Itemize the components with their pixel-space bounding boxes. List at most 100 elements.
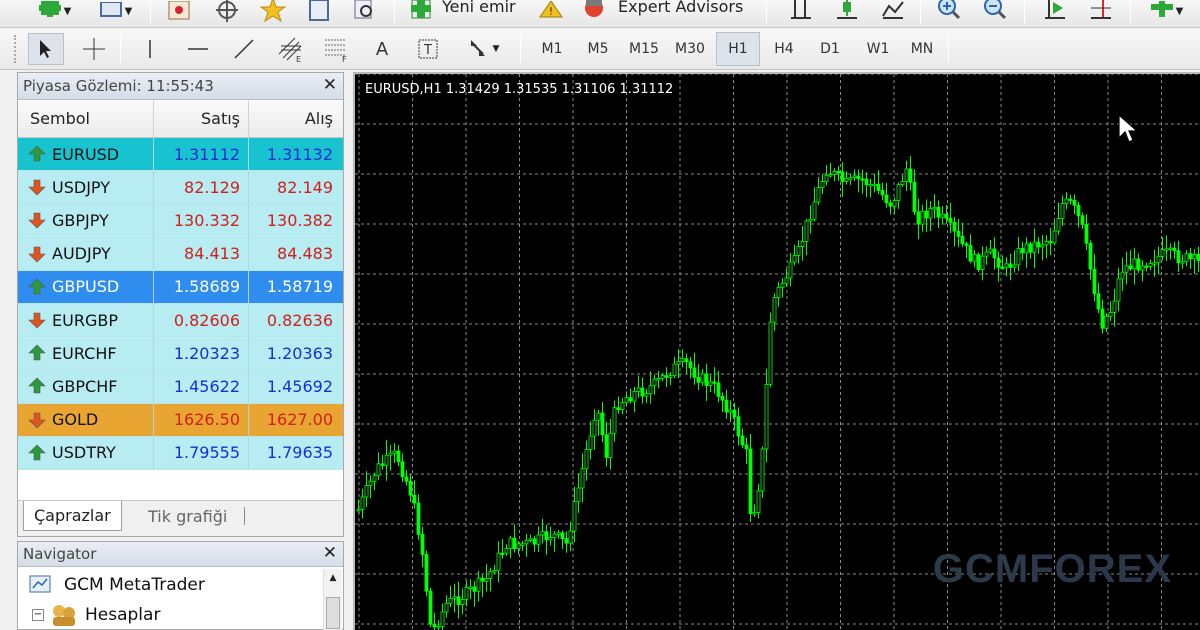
market-watch-row[interactable]: EURCHF 1.20323 1.20363 — [18, 337, 343, 371]
scroll-up-icon[interactable]: ▲ — [324, 573, 342, 583]
crosshair-tool[interactable] — [76, 33, 112, 65]
toolbar-grip — [14, 35, 18, 63]
equidistant-channel-tool[interactable]: E — [272, 33, 308, 65]
chart-shift-button[interactable] — [1084, 0, 1118, 22]
column-header-bid[interactable]: Satış — [154, 100, 249, 137]
collapse-icon[interactable]: − — [32, 609, 44, 621]
timeframe-d1[interactable]: D1 — [808, 32, 852, 66]
bid-cell: 0.82606 — [154, 303, 249, 337]
candle-body — [816, 187, 821, 203]
candle-body — [1112, 300, 1117, 313]
text-label-icon: T — [418, 39, 438, 59]
candle-body — [636, 387, 641, 392]
market-watch-row[interactable]: GBPUSD 1.58689 1.58719 — [18, 270, 343, 304]
new-order-label: Yeni emir — [442, 0, 516, 16]
data-window-button[interactable] — [162, 0, 196, 22]
candle-body — [540, 531, 545, 536]
candle-body — [1040, 244, 1045, 248]
ask-cell: 0.82636 — [266, 310, 333, 330]
market-watch-row[interactable]: GOLD 1626.50 1627.00 — [18, 403, 343, 437]
line-chart-icon — [882, 1, 904, 19]
arrows-tool[interactable]: ▼ — [458, 33, 508, 65]
scroll-thumb[interactable] — [326, 597, 340, 629]
favorites-button[interactable] — [256, 0, 290, 22]
new-chart-button[interactable]: ▼ — [30, 0, 80, 22]
crosshair-button[interactable] — [210, 0, 244, 22]
candle-body — [360, 496, 365, 510]
market-watch-row[interactable]: USDTRY 1.79555 1.79635 — [18, 436, 343, 470]
candlestick-button[interactable] — [830, 0, 864, 22]
market-watch-row[interactable]: EURGBP 0.82606 0.82636 — [18, 303, 343, 338]
text-label-tool[interactable]: T — [410, 33, 446, 65]
column-header-symbol[interactable]: Sembol — [18, 100, 154, 137]
tab-tick-chart[interactable]: Tik grafiği — [138, 501, 237, 531]
candle-body — [1180, 261, 1185, 264]
zoom-in-button[interactable] — [932, 0, 966, 22]
close-icon[interactable]: ✕ — [323, 75, 337, 95]
arrow-up-icon — [28, 444, 46, 462]
tester-button[interactable] — [348, 0, 382, 22]
expert-advisors-button[interactable]: Expert Advisors — [580, 0, 743, 22]
navigator-item-accounts[interactable]: − Hesaplar — [32, 603, 160, 627]
indicators-button[interactable]: ▼ — [1142, 0, 1192, 22]
candle-body — [612, 407, 617, 434]
vertical-line-tool[interactable] — [132, 33, 168, 65]
bar-chart-button[interactable] — [784, 0, 818, 22]
metaeditor-button[interactable]: ! — [536, 0, 566, 22]
navigator-item-label: Hesaplar — [85, 605, 161, 625]
candle-body — [552, 533, 557, 538]
expert-advisors-label: Expert Advisors — [618, 0, 744, 16]
timeframe-m5[interactable]: M5 — [576, 32, 620, 66]
market-watch-row[interactable]: USDJPY 82.129 82.149 — [18, 171, 343, 205]
candle-body — [948, 217, 953, 223]
candle-body — [744, 444, 749, 450]
terminal-button[interactable] — [302, 0, 336, 22]
candle-body — [1044, 241, 1049, 246]
symbol-name: GBPCHF — [52, 376, 118, 396]
close-icon[interactable]: ✕ — [323, 543, 337, 563]
zoom-out-button[interactable] — [978, 0, 1012, 22]
candle-body — [764, 383, 769, 450]
trendline-tool[interactable] — [226, 33, 262, 65]
line-chart-button[interactable] — [876, 0, 910, 22]
bid-cell: 1.58689 — [154, 270, 249, 303]
timeframe-h1[interactable]: H1 — [716, 32, 760, 66]
candle-body — [988, 248, 993, 253]
timeframe-mn[interactable]: MN — [900, 32, 944, 66]
ask-cell: 1627.00 — [266, 410, 333, 430]
candle-body — [560, 532, 565, 539]
candle-body — [1192, 254, 1197, 260]
timeframe-w1[interactable]: W1 — [856, 32, 900, 66]
timeframe-h4[interactable]: H4 — [762, 32, 806, 66]
candle-body — [404, 476, 409, 482]
toolbar-separator — [1130, 0, 1131, 24]
candle-body — [444, 602, 449, 613]
cursor-tool[interactable] — [28, 33, 64, 65]
bid-cell: 1.45622 — [154, 370, 249, 403]
text-tool[interactable]: A — [364, 33, 400, 65]
timeframe-m30[interactable]: M30 — [668, 32, 712, 66]
horizontal-line-tool[interactable] — [180, 33, 216, 65]
new-order-button[interactable]: Yeni emir — [408, 0, 516, 22]
chevron-down-icon: ▼ — [63, 5, 72, 17]
market-watch-row[interactable]: AUDJPY 84.413 84.483 — [18, 237, 343, 271]
market-watch-row[interactable]: EURUSD 1.31112 1.31132 — [18, 138, 343, 172]
timeframe-m1[interactable]: M1 — [530, 32, 574, 66]
auto-scroll-button[interactable] — [1038, 0, 1072, 22]
chart-window[interactable]: EURUSD,H1 1.31429 1.31535 1.31106 1.3111… — [353, 72, 1200, 630]
market-watch-row[interactable]: GBPJPY 130.332 130.382 — [18, 204, 343, 238]
timeframe-m15[interactable]: M15 — [622, 32, 666, 66]
candle-body — [884, 194, 889, 204]
profiles-button[interactable]: ▼ — [92, 0, 140, 22]
candle-body — [1064, 198, 1069, 204]
market-watch-row[interactable]: GBPCHF 1.45622 1.45692 — [18, 370, 343, 404]
main-toolbar: ▼ ▼ Yeni emir ! Expert Advisors ▼ — [0, 0, 1200, 28]
navigator-scrollbar[interactable]: ▲ — [323, 569, 342, 630]
navigator-item-metatrader[interactable]: GCM MetaTrader — [28, 574, 205, 596]
candle-body — [812, 201, 817, 220]
candle-body — [1088, 242, 1093, 270]
column-header-ask[interactable]: Alış — [249, 100, 343, 137]
tab-crosses[interactable]: Çaprazlar — [23, 501, 122, 531]
fibonacci-tool[interactable]: F — [318, 33, 354, 65]
toolbar-separator — [120, 35, 121, 63]
